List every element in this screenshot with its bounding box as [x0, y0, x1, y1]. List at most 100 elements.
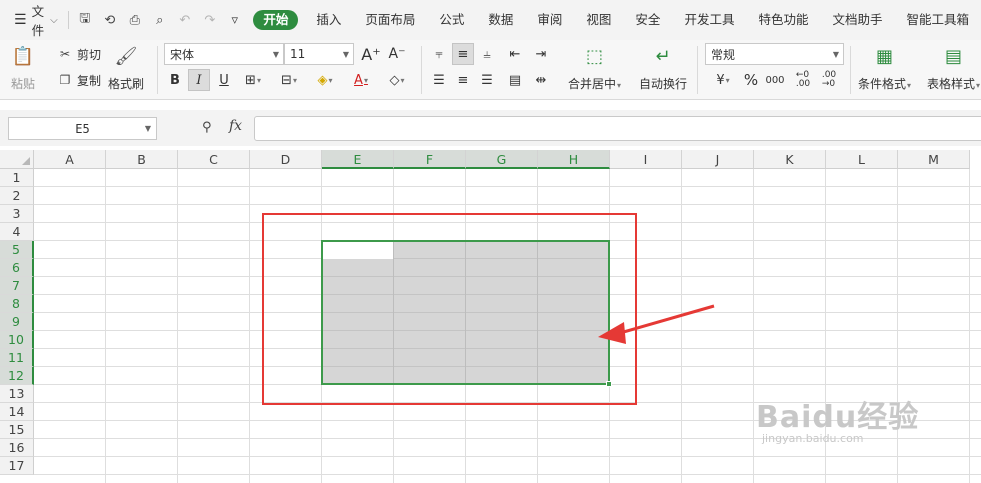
wrap-text-button[interactable]: ↵ 自动换行 — [639, 44, 687, 92]
row-header-14[interactable]: 14 — [0, 403, 34, 421]
tab-10[interactable]: 文档助手 — [820, 0, 894, 40]
cut-button[interactable]: ✂ 剪切 — [56, 44, 101, 64]
column-header-m[interactable]: M — [898, 150, 970, 169]
column-header-i[interactable]: I — [610, 150, 682, 169]
tab-5[interactable]: 审阅 — [525, 0, 574, 40]
font-name-select[interactable]: 宋体 ▼ — [164, 43, 284, 65]
increase-decimal-icon[interactable]: ←0.00 — [792, 69, 814, 91]
fill-color-icon[interactable]: ◈ ▾ — [314, 69, 336, 91]
decrease-indent-icon[interactable]: ⇤ — [504, 43, 526, 65]
thousands-separator-icon[interactable]: 000 — [764, 69, 786, 91]
tab-4[interactable]: 数据 — [476, 0, 525, 40]
cut-label: 剪切 — [77, 47, 102, 62]
tab-8[interactable]: 开发工具 — [672, 0, 746, 40]
merge-cells-icon: ⬚ — [586, 45, 604, 67]
row-header-2[interactable]: 2 — [0, 187, 34, 205]
tab-7[interactable]: 安全 — [623, 0, 672, 40]
conditional-format-button[interactable]: ▦ 条件格式▾ — [858, 44, 911, 92]
undo-icon[interactable]: ↶ — [172, 8, 197, 32]
font-size-select[interactable]: 11 ▼ — [284, 43, 354, 65]
tab-1[interactable]: 插入 — [304, 0, 353, 40]
column-header-b[interactable]: B — [106, 150, 178, 169]
tab-6[interactable]: 视图 — [574, 0, 623, 40]
cell-style-icon[interactable]: ⊟ ▾ — [278, 69, 300, 91]
file-menu[interactable]: ☰ 文件 ⌵ — [0, 0, 64, 40]
decrease-decimal-icon[interactable]: .00 →0 — [818, 69, 840, 91]
row-header-3[interactable]: 3 — [0, 205, 34, 223]
align-bottom-icon[interactable]: ⫨ — [476, 43, 498, 65]
divider — [421, 46, 422, 94]
clear-format-icon[interactable]: ◇ ▾ — [386, 69, 408, 91]
row-header-1[interactable]: 1 — [0, 169, 34, 187]
copy-icon: ❐ — [59, 73, 71, 87]
formula-input[interactable] — [254, 116, 981, 141]
align-center-icon[interactable]: ≡ — [452, 69, 474, 91]
name-box[interactable]: E5 ▼ — [8, 117, 157, 140]
underline-icon[interactable]: U — [213, 69, 235, 91]
redo-icon[interactable]: ↷ — [197, 8, 222, 32]
zoom-icon[interactable]: ⚲ — [202, 120, 212, 135]
table-style-button[interactable]: ▤ 表格样式▾ — [927, 44, 980, 92]
customize-toolbar-icon[interactable]: ▿ — [222, 8, 247, 32]
align-top-icon[interactable]: ⫧ — [428, 43, 450, 65]
italic-icon[interactable]: I — [188, 69, 210, 91]
column-header-j[interactable]: J — [682, 150, 754, 169]
row-header-8[interactable]: 8 — [0, 295, 34, 313]
row-header-10[interactable]: 10 — [0, 331, 34, 349]
column-header-e[interactable]: E — [322, 150, 394, 169]
tab-3[interactable]: 公式 — [427, 0, 476, 40]
bold-icon[interactable]: B — [164, 69, 186, 91]
increase-indent-icon[interactable]: ⇥ — [530, 43, 552, 65]
merge-center-button[interactable]: ⬚ 合并居中▾ — [568, 44, 621, 92]
column-header-l[interactable]: L — [826, 150, 898, 169]
row-header-11[interactable]: 11 — [0, 349, 34, 367]
name-box-value: E5 — [75, 121, 90, 136]
copy-label: 复制 — [77, 73, 102, 88]
align-left-icon[interactable]: ☰ — [428, 69, 450, 91]
tab-0[interactable]: 开始 — [253, 10, 299, 30]
row-header-9[interactable]: 9 — [0, 313, 34, 331]
row-header-17[interactable]: 17 — [0, 457, 34, 475]
row-header-15[interactable]: 15 — [0, 421, 34, 439]
format-painter-button[interactable]: 🖌 格式刷 — [108, 44, 144, 92]
paste-label: 粘贴 — [10, 77, 35, 91]
number-format-select[interactable]: 常规 ▼ — [705, 43, 844, 65]
font-color-icon[interactable]: A ▾ — [350, 69, 372, 91]
percent-button[interactable]: % — [740, 69, 762, 91]
row-header-7[interactable]: 7 — [0, 277, 34, 295]
tab-11[interactable]: 智能工具箱 — [894, 0, 981, 40]
table-style-label: 表格样式 — [927, 77, 976, 91]
sync-icon[interactable]: ⟲ — [97, 8, 122, 32]
paste-button[interactable]: 📋 粘贴 — [10, 44, 36, 92]
row-header-12[interactable]: 12 — [0, 367, 34, 385]
align-middle-icon[interactable]: ≡ — [452, 43, 474, 65]
print-preview-icon[interactable]: ⌕ — [147, 8, 172, 32]
column-header-d[interactable]: D — [250, 150, 322, 169]
column-header-k[interactable]: K — [754, 150, 826, 169]
select-all-corner[interactable] — [0, 150, 34, 169]
print-icon[interactable]: ⎙ — [122, 8, 147, 32]
row-header-6[interactable]: 6 — [0, 259, 34, 277]
row-header-13[interactable]: 13 — [0, 385, 34, 403]
column-header-g[interactable]: G — [466, 150, 538, 169]
copy-button[interactable]: ❐ 复制 — [56, 70, 101, 90]
currency-icon[interactable]: ¥ ▾ — [708, 69, 738, 91]
tab-9[interactable]: 特色功能 — [746, 0, 820, 40]
column-header-c[interactable]: C — [178, 150, 250, 169]
quick-access-toolbar: 🖫 ⟲ ⎙ ⌕ ↶ ↷ ▿ — [72, 8, 247, 32]
save-icon[interactable]: 🖫 — [72, 8, 97, 32]
insert-function-icon[interactable]: fx — [229, 118, 242, 134]
column-header-h[interactable]: H — [538, 150, 610, 169]
row-header-16[interactable]: 16 — [0, 439, 34, 457]
borders-icon[interactable]: ⊞ ▾ — [242, 69, 264, 91]
distributed-align-icon[interactable]: ⇹ — [530, 69, 552, 91]
column-header-f[interactable]: F — [394, 150, 466, 169]
row-header-5[interactable]: 5 — [0, 241, 34, 259]
column-header-a[interactable]: A — [34, 150, 106, 169]
tab-2[interactable]: 页面布局 — [353, 0, 427, 40]
justify-icon[interactable]: ▤ — [504, 69, 526, 91]
align-right-icon[interactable]: ☰ — [476, 69, 498, 91]
decrease-font-icon[interactable]: A⁻ — [386, 43, 408, 65]
row-header-4[interactable]: 4 — [0, 223, 34, 241]
increase-font-icon[interactable]: A⁺ — [360, 43, 382, 65]
